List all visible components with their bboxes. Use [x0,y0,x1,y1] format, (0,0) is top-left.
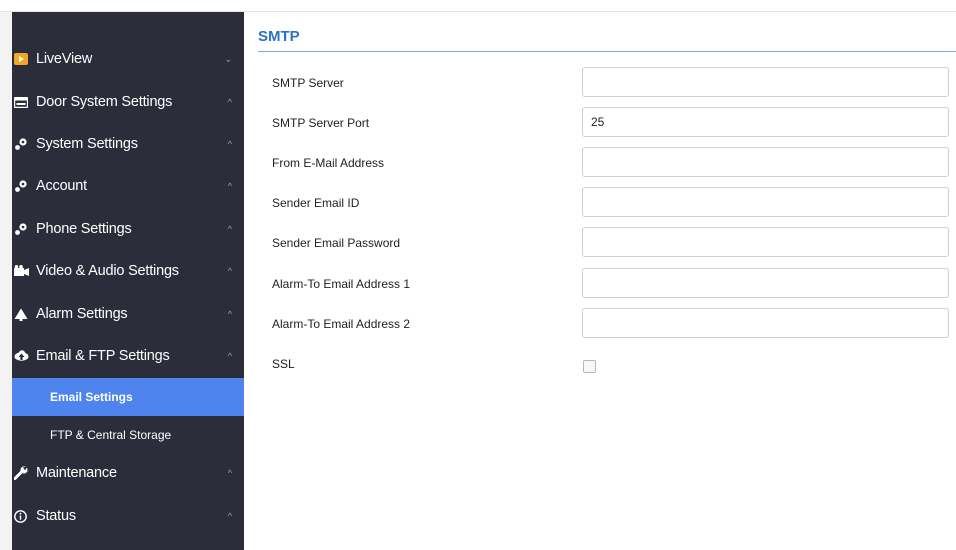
wrench-gear-icon [14,179,32,193]
section-title: SMTP [258,28,300,45]
field-label: Sender Email Password [272,236,401,250]
play-icon [14,53,32,65]
form-row-ssl: SSL [258,348,956,380]
smtp-server-port-input[interactable] [582,107,949,137]
sidebar: LiveView ⌄ Door System Settings ^ System… [12,12,244,550]
sidebar-item-email-ftp-settings[interactable]: Email & FTP Settings ^ [12,337,244,375]
sidebar-item-alarm-settings[interactable]: Alarm Settings ^ [12,295,244,333]
sidebar-item-label: Door System Settings [36,94,173,110]
sidebar-item-system-settings[interactable]: System Settings ^ [12,125,244,163]
chevron-up-icon: ^ [227,181,232,191]
wrench-icon [14,466,32,480]
chevron-up-icon: ^ [227,511,232,521]
field-label: SMTP Server [272,76,344,90]
sidebar-item-label: Status [36,508,76,524]
field-label: SSL [272,357,295,371]
sidebar-item-account[interactable]: Account ^ [12,167,244,205]
sidebar-subitem-email-settings[interactable]: Email Settings [12,378,244,416]
field-label: Alarm-To Email Address 2 [272,317,411,331]
chevron-up-icon: ^ [227,97,232,107]
chevron-up-icon: ^ [227,266,232,276]
form-row-from-email-address: From E-Mail Address [258,147,956,179]
chevron-up-icon: ^ [227,351,232,361]
sidebar-item-door-system-settings[interactable]: Door System Settings ^ [12,83,244,121]
sidebar-subitem-ftp-central-storage[interactable]: FTP & Central Storage [12,416,244,454]
form-row-smtp-server-port: SMTP Server Port [258,107,956,139]
form-row-sender-email-password: Sender Email Password [258,227,956,259]
sidebar-item-status[interactable]: Status ^ [12,497,244,535]
cloud-upload-icon [14,350,32,362]
form-row-alarm-to-email-1: Alarm-To Email Address 1 [258,268,956,300]
chevron-down-icon: ⌄ [224,54,232,64]
bell-icon [14,308,32,321]
form-row-alarm-to-email-2: Alarm-To Email Address 2 [258,308,956,340]
chevron-up-icon: ^ [227,468,232,478]
smtp-server-input[interactable] [582,67,949,97]
sidebar-item-label: System Settings [36,136,138,152]
info-icon [14,509,32,523]
left-edge [0,12,12,550]
wrench-gear-icon [14,137,32,151]
sidebar-item-maintenance[interactable]: Maintenance ^ [12,454,244,492]
sidebar-item-video-audio-settings[interactable]: Video & Audio Settings ^ [12,252,244,290]
from-email-address-input[interactable] [582,147,949,177]
section-divider [258,51,956,52]
sender-email-id-input[interactable] [582,187,949,217]
chevron-up-icon: ^ [227,224,232,234]
chevron-up-icon: ^ [227,139,232,149]
ssl-checkbox[interactable] [583,360,596,373]
sidebar-item-phone-settings[interactable]: Phone Settings ^ [12,210,244,248]
sender-email-password-input[interactable] [582,227,949,257]
field-label: Alarm-To Email Address 1 [272,277,411,291]
field-label: Sender Email ID [272,196,360,210]
video-icon [14,265,32,277]
sidebar-subitem-label: FTP & Central Storage [50,428,172,442]
form-row-sender-email-id: Sender Email ID [258,187,956,219]
panel-icon [14,96,32,108]
sidebar-item-label: Alarm Settings [36,306,128,322]
form-row-smtp-server: SMTP Server [258,67,956,99]
sidebar-item-label: Video & Audio Settings [36,263,179,279]
sidebar-item-liveview[interactable]: LiveView ⌄ [12,40,244,78]
main-content: SMTP SMTP Server SMTP Server Port From E… [258,12,956,550]
wrench-gear-icon [14,222,32,236]
chevron-up-icon: ^ [227,309,232,319]
alarm-to-email-1-input[interactable] [582,268,949,298]
sidebar-subitem-label: Email Settings [50,390,133,404]
sidebar-item-label: Phone Settings [36,221,132,237]
field-label: SMTP Server Port [272,116,370,130]
sidebar-item-label: Maintenance [36,465,117,481]
sidebar-item-label: LiveView [36,51,93,67]
field-label: From E-Mail Address [272,156,385,170]
sidebar-item-label: Email & FTP Settings [36,348,170,364]
alarm-to-email-2-input[interactable] [582,308,949,338]
sidebar-item-label: Account [36,178,87,194]
